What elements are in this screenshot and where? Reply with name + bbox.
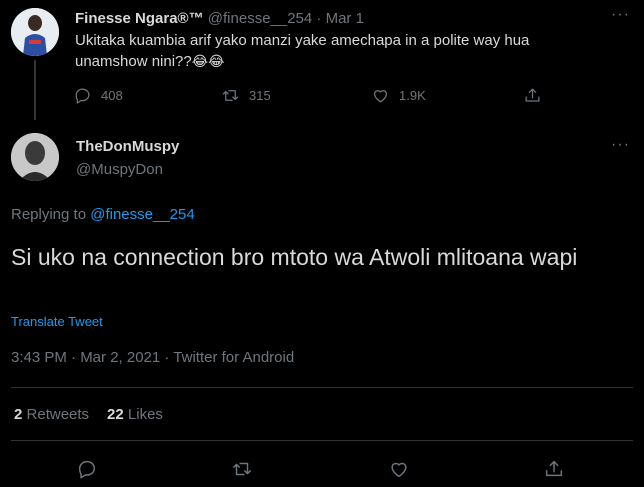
main-like-button[interactable] — [388, 458, 410, 480]
main-retweet-button[interactable] — [231, 458, 253, 480]
divider-top — [11, 387, 633, 388]
parent-retweet-count: 315 — [249, 88, 271, 103]
share-icon — [545, 460, 563, 477]
parent-handle[interactable]: @finesse__254 — [208, 10, 312, 27]
parent-date[interactable]: Mar 1 — [326, 10, 364, 27]
retweets-stat[interactable]: 2 Retweets — [14, 406, 89, 423]
engagement-stats: 2 Retweets 22 Likes — [14, 406, 163, 423]
translate-tweet-link[interactable]: Translate Tweet — [11, 314, 103, 329]
parent-separator: · — [316, 10, 322, 27]
likes-label: Likes — [127, 406, 163, 423]
parent-display-name[interactable]: Finesse Ngara®™ — [75, 10, 204, 27]
parent-text-body: Ukitaka kuambia arif yako manzi yake ame… — [75, 32, 530, 70]
main-reply-button[interactable] — [76, 458, 98, 480]
parent-emojis: 😂😂 — [191, 53, 225, 69]
likes-count: 22 — [107, 406, 124, 423]
main-share-button[interactable] — [543, 458, 565, 480]
main-tweet-text: Si uko na connection bro mtoto wa Atwoli… — [11, 244, 578, 270]
retweet-icon — [233, 462, 251, 476]
parent-action-bar: 408 315 1.9K — [73, 86, 553, 106]
parent-reply-count: 408 — [101, 88, 123, 103]
reply-icon — [75, 88, 90, 104]
main-handle[interactable]: @MuspyDon — [76, 161, 163, 178]
replying-to: Replying to @finesse__254 — [11, 206, 195, 223]
parent-header: Finesse Ngara®™ @finesse__254 · Mar 1 — [75, 10, 364, 27]
parent-reply-button[interactable]: 408 — [73, 86, 123, 105]
main-display-name[interactable]: TheDonMuspy — [76, 138, 179, 155]
likes-stat[interactable]: 22 Likes — [107, 406, 163, 423]
thread-connector-line — [34, 60, 36, 120]
tweet-timestamp[interactable]: 3:43 PM · Mar 2, 2021 · Twitter for Andr… — [11, 349, 294, 366]
parent-tweet[interactable]: Finesse Ngara®™ @finesse__254 · Mar 1 ··… — [0, 0, 644, 120]
main-action-bar — [0, 458, 644, 482]
share-icon — [525, 88, 540, 102]
replying-handle-link[interactable]: @finesse__254 — [90, 206, 194, 223]
like-icon — [373, 90, 388, 103]
parent-avatar[interactable] — [11, 8, 59, 56]
parent-share-button[interactable] — [523, 86, 542, 105]
parent-tweet-text: Ukitaka kuambia arif yako manzi yake ame… — [75, 30, 595, 72]
reply-icon — [78, 460, 96, 479]
main-more-icon[interactable]: ··· — [611, 136, 630, 154]
like-icon — [391, 462, 407, 478]
tweet-thread: Finesse Ngara®™ @finesse__254 · Mar 1 ··… — [0, 0, 644, 487]
divider-bottom — [11, 440, 633, 441]
parent-like-button[interactable]: 1.9K — [371, 86, 426, 105]
parent-like-count: 1.9K — [399, 88, 426, 103]
retweets-count: 2 — [14, 406, 23, 423]
parent-more-icon[interactable]: ··· — [611, 6, 630, 24]
retweet-icon — [222, 90, 239, 101]
main-avatar[interactable] — [11, 133, 59, 181]
retweets-label: Retweets — [26, 406, 90, 423]
parent-retweet-button[interactable]: 315 — [221, 86, 271, 105]
replying-prefix: Replying to — [11, 206, 91, 223]
